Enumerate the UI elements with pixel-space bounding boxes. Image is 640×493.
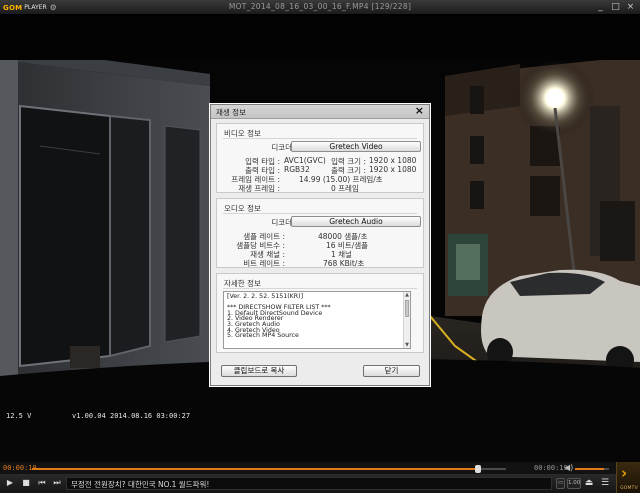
played-frames-label: 재생 프레임 : — [238, 184, 280, 193]
gomtv-label: GOMTV — [620, 486, 638, 491]
maximize-button[interactable]: □ — [608, 0, 623, 15]
input-size-value: 1920 x 1080 — [369, 156, 417, 165]
divider — [223, 213, 417, 214]
output-type-value: RGB32 — [284, 165, 310, 174]
divider — [223, 138, 417, 139]
menu-icon[interactable]: ☰ — [599, 477, 611, 489]
osd-voltage: 12.5 V — [6, 412, 32, 420]
copy-to-clipboard-button[interactable]: 클립보드로 복사 — [221, 365, 297, 377]
dialog-close-button[interactable]: 닫기 — [363, 365, 420, 377]
eject-icon[interactable]: ⏏ — [583, 477, 595, 489]
seek-bar-fill — [32, 468, 478, 470]
playback-info-dialog: 재생 정보 × 비디오 정보 디코더 : Gretech Video 입력 타입… — [210, 104, 430, 386]
stop-icon[interactable]: ■ — [20, 477, 32, 489]
bit-rate-value: 768 KBit/초 — [323, 259, 365, 268]
gomtv-arrow-icon: › — [621, 464, 628, 482]
osd-datetime: 2014.08.16 03:00:27 — [110, 412, 191, 420]
remaining-time: 00:00:19 — [534, 464, 568, 472]
scroll-down-arrow-icon[interactable]: ▼ — [404, 342, 410, 348]
progress-area: 00:00:19 00:00:19 ◀) — [0, 462, 616, 474]
osd-version: v1.00.04 — [72, 412, 106, 420]
title-bar[interactable]: GOM PLAYER ⚙ MOT_2014_08_16_03_00_16_F.M… — [0, 0, 640, 15]
volume-slider[interactable] — [575, 468, 609, 470]
dialog-title: 재생 정보 — [216, 108, 246, 117]
output-size-label: 출력 크기 : — [331, 166, 366, 175]
bit-rate-label: 비트 레이트 : — [243, 259, 285, 268]
scroll-thumb[interactable] — [405, 300, 409, 317]
detail-scrollbar[interactable]: ▲ ▼ — [403, 292, 410, 348]
previous-icon[interactable]: ⏮ — [36, 477, 48, 489]
control-bar: ▶ ■ ⏮ ⏭ 무정전 전원장치? 대한민국 NO.1 월드파워! ▭ 1.00… — [0, 474, 616, 493]
speed-button[interactable]: 1.00 — [567, 478, 581, 489]
detail-line: 5. Gretech MP4 Source — [227, 332, 299, 340]
volume-fill — [575, 468, 604, 470]
volume-speaker-icon[interactable]: ◀) — [564, 463, 573, 472]
video-info-panel: 비디오 정보 디코더 : Gretech Video 입력 타입 : AVC1(… — [216, 123, 424, 193]
next-icon[interactable]: ⏭ — [51, 477, 63, 489]
window-controls: _ □ × — [593, 0, 638, 15]
detail-text-area[interactable]: [Ver. 2. 2. 52. 5151(KR)] *** DIRECTSHOW… — [223, 291, 411, 349]
played-frames-value: 0 프레임 — [331, 184, 359, 193]
minimize-button[interactable]: _ — [593, 0, 608, 15]
audio-info-panel: 오디오 정보 디코더 : Gretech Audio 샘플 레이트 : 4800… — [216, 198, 424, 268]
close-window-button[interactable]: × — [623, 0, 638, 15]
dialog-title-bar[interactable]: 재생 정보 × — [211, 104, 429, 119]
window-title: MOT_2014_08_16_03_00_16_F.MP4 [129/228] — [228, 2, 412, 11]
gomtv-button[interactable]: › GOMTV — [616, 462, 640, 493]
ad-ticker[interactable]: 무정전 전원장치? 대한민국 NO.1 월드파워! — [66, 477, 552, 490]
input-type-value: AVC1(GVC) — [284, 156, 326, 165]
output-size-value: 1920 x 1080 — [369, 165, 417, 174]
divider — [223, 288, 417, 289]
scroll-up-arrow-icon[interactable]: ▲ — [404, 292, 410, 298]
detail-info-panel: 자세한 정보 [Ver. 2. 2. 52. 5151(KR)] *** DIR… — [216, 273, 424, 353]
play-icon[interactable]: ▶ — [4, 477, 16, 489]
video-decoder-button[interactable]: Gretech Video — [291, 141, 421, 152]
ad-ticker-text: 무정전 전원장치? 대한민국 NO.1 월드파워! — [71, 480, 210, 489]
seek-knob[interactable] — [474, 465, 481, 473]
dialog-close-icon[interactable]: × — [415, 104, 424, 117]
screen-icon[interactable]: ▭ — [556, 478, 565, 489]
seek-bar[interactable] — [32, 465, 506, 473]
audio-decoder-button[interactable]: Gretech Audio — [291, 216, 421, 227]
